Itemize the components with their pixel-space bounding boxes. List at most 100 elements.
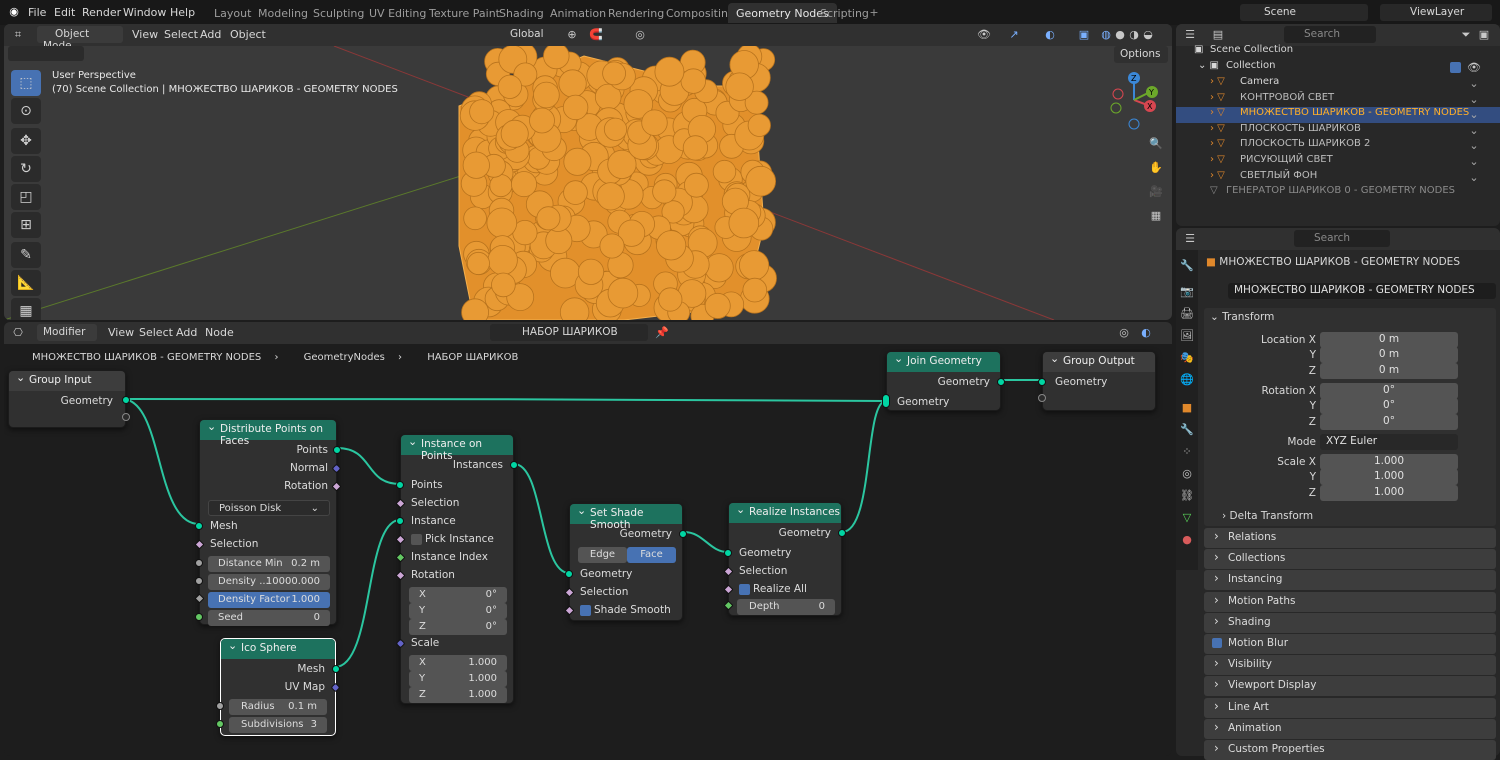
panel-header[interactable]: Visibility bbox=[1204, 655, 1496, 676]
snap-icon[interactable]: 🧲 bbox=[588, 27, 604, 43]
visibility-toggle-icon[interactable]: ⌄ bbox=[1466, 92, 1482, 108]
panel-header[interactable]: Motion Blur bbox=[1204, 634, 1496, 654]
panel-header[interactable]: Shading bbox=[1204, 612, 1496, 633]
mesh-out-socket[interactable] bbox=[332, 665, 340, 673]
transform-orientation[interactable]: Global bbox=[492, 26, 552, 43]
material-tab-icon[interactable]: ● bbox=[1179, 532, 1195, 548]
node-join-geometry[interactable]: Join Geometry Geometry Geometry bbox=[882, 351, 1005, 411]
panel-header[interactable]: Motion Paths bbox=[1204, 591, 1496, 612]
display-mode-icon[interactable]: ▤ bbox=[1210, 27, 1226, 43]
ortho-grid-icon[interactable]: ▦ bbox=[1148, 208, 1164, 224]
visibility-toggle-icon[interactable]: ⌄ bbox=[1466, 170, 1482, 186]
rendered-shading-icon[interactable]: ◒ bbox=[1140, 27, 1156, 43]
node-editor[interactable]: ⎔ Modifier View Select Add Node НАБОР ША… bbox=[4, 322, 1172, 756]
radius-socket[interactable] bbox=[216, 702, 224, 710]
output-socket[interactable] bbox=[122, 396, 130, 404]
tree-object-item[interactable]: › ▽ ПЛОСКОСТЬ ШАРИКОВ 2 ⌄ bbox=[1176, 138, 1500, 154]
scale-z-field[interactable]: 1.000 bbox=[1320, 485, 1458, 501]
density-factor-field[interactable]: Density Factor 1.000 bbox=[208, 592, 330, 608]
domain-face-button[interactable]: Face bbox=[627, 547, 676, 563]
editor-type-icon[interactable]: ⌗ bbox=[10, 27, 26, 43]
annotate-tool[interactable]: ✎ bbox=[11, 242, 41, 268]
geometry-in-socket[interactable] bbox=[724, 549, 732, 557]
scale-z-field[interactable]: Z 1.000 bbox=[409, 687, 507, 703]
zoom-icon[interactable]: 🔍 bbox=[1148, 136, 1164, 152]
scale-x-field[interactable]: 1.000 bbox=[1320, 454, 1458, 470]
scale-y-field[interactable]: Y 1.000 bbox=[409, 671, 507, 687]
menu-help[interactable]: Help bbox=[170, 6, 195, 19]
density-max-field[interactable]: Density ... 10000.000 bbox=[208, 574, 330, 590]
points-socket[interactable] bbox=[333, 446, 341, 454]
cursor-tool[interactable]: ⊙ bbox=[11, 98, 41, 124]
node-instance-on-points[interactable]: Instance on Points Instances Points Sele… bbox=[395, 434, 518, 704]
properties-type-icon[interactable]: ☰ bbox=[1182, 231, 1198, 247]
node-set-shade-smooth[interactable]: Set Shade Smooth Geometry Edge Face Geom… bbox=[564, 503, 687, 621]
object-tab-icon[interactable]: ■ bbox=[1179, 400, 1195, 416]
move-tool[interactable]: ✥ bbox=[11, 128, 41, 154]
tree-object-item[interactable]: › ▽ КОНТРОВОЙ СВЕТ ⌄ bbox=[1176, 92, 1500, 108]
density-socket[interactable] bbox=[195, 577, 203, 585]
pivot-icon[interactable]: ⊕ bbox=[564, 27, 580, 43]
menu-edit[interactable]: Edit bbox=[54, 6, 75, 19]
eye-icon[interactable]: 👁 bbox=[1466, 60, 1482, 76]
data-tab-icon[interactable]: ▽ bbox=[1179, 510, 1195, 526]
menu-window[interactable]: Window bbox=[123, 6, 166, 19]
location-z-field[interactable]: 0 m bbox=[1320, 363, 1458, 379]
viewport-3d[interactable]: ⌗ Object Mode View Select Add Object Glo… bbox=[4, 24, 1172, 320]
panel-header[interactable]: Relations bbox=[1204, 528, 1496, 548]
points-in-socket[interactable] bbox=[396, 481, 404, 489]
add-workspace-icon[interactable]: + bbox=[866, 5, 882, 21]
panel-header[interactable]: Line Art bbox=[1204, 697, 1496, 718]
geometry-out-socket[interactable] bbox=[838, 529, 846, 537]
modifier-tab-icon[interactable]: 🔧 bbox=[1179, 422, 1195, 438]
mode-dropdown[interactable]: Object Mode bbox=[37, 26, 123, 52]
tree-object-item[interactable]: › ▽ МНОЖЕСТВО ШАРИКОВ - GEOMETRY NODES ⌄ bbox=[1176, 107, 1500, 124]
rotate-tool[interactable]: ↻ bbox=[11, 156, 41, 182]
tree-object-item[interactable]: › ▽ Camera ⌄ bbox=[1176, 76, 1500, 92]
physics-tab-icon[interactable]: ◎ bbox=[1179, 466, 1195, 482]
shade-smooth-checkbox[interactable] bbox=[580, 605, 591, 616]
world-tab-icon[interactable]: 🌐 bbox=[1179, 372, 1195, 388]
scale-tool[interactable]: ◰ bbox=[11, 184, 41, 210]
camera-view-icon[interactable]: 🎥 bbox=[1148, 184, 1164, 200]
transform-header[interactable]: ⌄ Transform bbox=[1210, 311, 1274, 323]
visibility-toggle-icon[interactable]: ⌄ bbox=[1466, 138, 1482, 154]
view-layer-selector[interactable]: ViewLayer bbox=[1380, 4, 1492, 21]
geometry-out-socket[interactable] bbox=[679, 530, 687, 538]
instances-socket[interactable] bbox=[510, 461, 518, 469]
radius-field[interactable]: Radius 0.1 m bbox=[229, 699, 327, 715]
instance-in-socket[interactable] bbox=[396, 517, 404, 525]
scene-tab-icon[interactable]: 🎭 bbox=[1179, 350, 1195, 366]
rotation-z-field[interactable]: 0° bbox=[1320, 414, 1458, 430]
rotation-z-field[interactable]: Z 0° bbox=[409, 619, 507, 635]
seed-field[interactable]: Seed 0 bbox=[208, 610, 330, 626]
motion-blur-checkbox[interactable] bbox=[1212, 638, 1222, 648]
tree-object-item[interactable]: › ▽ СВЕТЛЫЙ ФОН ⌄ bbox=[1176, 170, 1500, 186]
location-x-field[interactable]: 0 m bbox=[1320, 332, 1458, 348]
tree-extra-object[interactable]: ▽ ГЕНЕРАТОР ШАРИКОВ 0 - GEOMETRY NODES bbox=[1176, 185, 1500, 201]
depth-field[interactable]: Depth 0 bbox=[737, 599, 835, 615]
node-ico-sphere[interactable]: Ico Sphere Mesh UV Map Radius 0.1 m Subdi… bbox=[216, 638, 341, 736]
realize-all-checkbox[interactable] bbox=[739, 584, 750, 595]
tree-scene-collection[interactable]: ▣ Scene Collection bbox=[1176, 44, 1500, 60]
distance-min-field[interactable]: Distance Min 0.2 m bbox=[208, 556, 330, 572]
location-y-field[interactable]: 0 m bbox=[1320, 347, 1458, 363]
tree-object-item[interactable]: › ▽ ПЛОСКОСТЬ ШАРИКОВ ⌄ bbox=[1176, 123, 1500, 139]
navigation-gizmo[interactable]: Z X Y bbox=[1104, 68, 1164, 132]
measure-tool[interactable]: 📐 bbox=[11, 270, 41, 296]
blender-logo-icon[interactable]: ◉ bbox=[6, 4, 22, 20]
rotation-x-field[interactable]: 0° bbox=[1320, 383, 1458, 399]
rotation-mode-dropdown[interactable]: XYZ Euler bbox=[1320, 434, 1458, 450]
render-tab-icon[interactable]: 📷 bbox=[1179, 284, 1195, 300]
rotation-x-field[interactable]: X 0° bbox=[409, 587, 507, 603]
properties-search[interactable]: Search bbox=[1294, 230, 1390, 247]
transform-tool[interactable]: ⊞ bbox=[11, 212, 41, 238]
add-cube-tool[interactable]: ▦ bbox=[11, 298, 41, 320]
visibility-toggle-icon[interactable]: ⌄ bbox=[1466, 107, 1482, 123]
panel-header[interactable]: Collections bbox=[1204, 549, 1496, 570]
visibility-toggle-icon[interactable]: ⌄ bbox=[1466, 76, 1482, 92]
outliner[interactable]: ☰ ▤ Search ⏷ ▣ ▣ Scene Collection ⌄ ▣ Coll… bbox=[1176, 24, 1500, 226]
distance-socket[interactable] bbox=[195, 559, 203, 567]
select-box-tool[interactable]: ⬚ bbox=[11, 70, 41, 96]
rotation-y-field[interactable]: Y 0° bbox=[409, 603, 507, 619]
